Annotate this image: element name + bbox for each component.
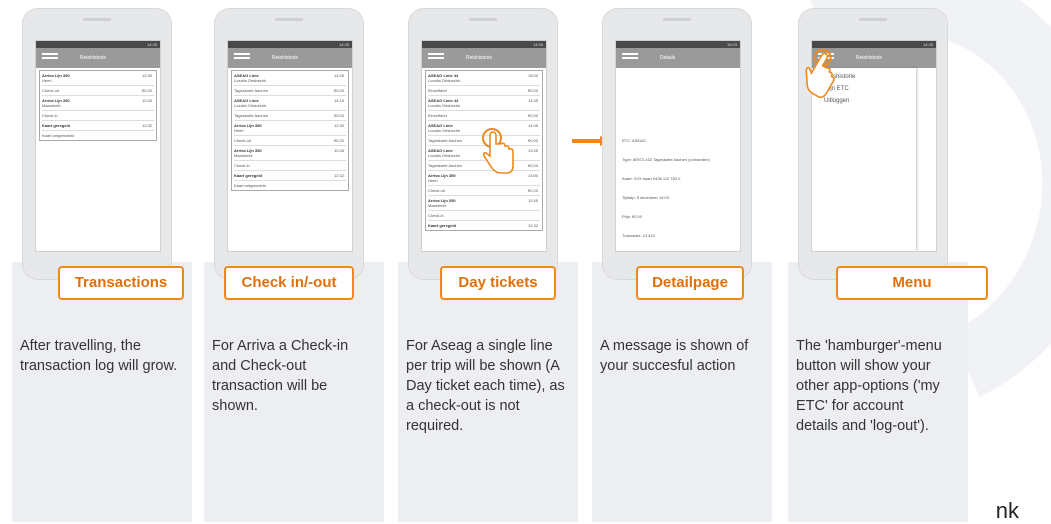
hamburger-icon [428, 53, 444, 63]
app-bar: Reishistorie [228, 48, 352, 68]
step-label: Menu [836, 266, 988, 300]
app-bar: Details [616, 48, 740, 68]
list-item: Check-in [428, 211, 540, 221]
step-label: Detailpage [636, 266, 744, 300]
status-bar: 14:35 [228, 41, 352, 48]
list-item: Arriva Lijn 350 Maastricht 12:45 [234, 146, 346, 161]
tap-hand-icon [482, 128, 514, 174]
list-item: Check-uit €0,20 [42, 86, 154, 96]
status-bar: 14:35 [36, 41, 160, 48]
transaction-group: ASEAG Linie Lozalia Ortsbezirk 14:05 Tages… [231, 70, 349, 191]
step-panel [12, 262, 192, 522]
detail-line: Kaart: XVX kaart 0436 112 783 0 [622, 176, 681, 181]
list-item: Kaart geregeld 12:32 [428, 223, 538, 228]
step-description: A message is shown of your succesful act… [600, 338, 749, 374]
phone-screen: 14:35 Reishistorie ASEAG Linie Lozalia Or… [227, 40, 353, 252]
screen-title: Reishistorie [80, 55, 107, 61]
screen-title: Reishistorie [272, 55, 299, 61]
list-item: Tageskarte Aachen €0,00 [234, 86, 346, 96]
detail-line: Prijs: €0,00 [622, 214, 643, 219]
list-item: Einzelfahrt €0,00 [428, 111, 540, 121]
step-panel [592, 262, 772, 522]
screen-title: Reishistorie [856, 55, 883, 61]
list-item: Tageskarte Aachen €0,00 [234, 111, 346, 121]
detail-line: ETC: ASEAG [622, 138, 646, 143]
hamburger-icon [234, 53, 250, 63]
step-label: Day tickets [440, 266, 556, 300]
phone-mockup: 14:35 Reishistorie Arriva Lijn 350 Heerl.… [22, 8, 172, 280]
phone-screen: 14:35 Reishistorie Arriva Lijn 350 Heerl.… [35, 40, 161, 252]
list-item: Kaart ontgrendeld [234, 183, 266, 188]
list-item: Kaart geregeld 12:32 [42, 121, 154, 131]
list-item: Arriva Lijn 350 Heerl. 12:30 [42, 71, 154, 86]
list-item: ASEAG Linie Lozalia Ortsbezirk 14:15 [234, 96, 346, 111]
list-item: ASEAG Linie 44 Lozalia Ortsbezirk 15:00 [428, 71, 540, 86]
phone-mockup: 14:35 Reishistorie ASEAG Linie Lozalia Or… [214, 8, 364, 280]
list-item: ASEAG Linie Lozalia Ortsbezirk 14:05 [234, 71, 346, 86]
step-label: Transactions [58, 266, 184, 300]
app-bar: Reishistorie [422, 48, 546, 68]
brand-fragment: nk [995, 498, 1019, 523]
hamburger-icon [622, 53, 638, 63]
list-item: Check-in [42, 111, 154, 121]
status-bar: 14:35 [812, 41, 936, 48]
phone-mockup: 15:03 Details ETC: ASEAG Type: 80972-432… [602, 8, 752, 280]
list-item: Arriva Lijn 350 Maastricht 12:45 [42, 96, 154, 111]
screen-title: Reishistorie [466, 55, 493, 61]
detail-line: Tijdstip: 5 december 14:03 [622, 195, 669, 200]
detail-content: ETC: ASEAG Type: 80972-432 Tageskarte Aa… [616, 138, 740, 238]
status-bar: 14:35 [422, 41, 546, 48]
transaction-group: Arriva Lijn 350 Heerl. 12:30 Check-uit €0,2… [39, 70, 157, 141]
tap-hand-icon [805, 48, 835, 99]
list-item: Check-uit €0,20 [428, 186, 540, 196]
step-description: The 'hamburger'-menu button will show yo… [796, 338, 942, 434]
list-item: Arriva Lijn 350 Maastricht 12:45 [428, 196, 540, 211]
detail-line: Transactie: 13 410 [622, 233, 655, 238]
list-item: Check-uit €0,20 [234, 136, 346, 146]
list-item: Einzelfahrt €0,00 [428, 86, 540, 96]
step-label: Check in/-out [224, 266, 354, 300]
list-item: Kaart ontgrendeld [42, 133, 74, 138]
hamburger-icon [42, 53, 58, 63]
list-item: Check-in [234, 161, 346, 171]
list-item: Arriva Lijn 350 Heerl. 12:30 [234, 121, 346, 136]
step-description: For Aseag a single line per trip will be… [406, 338, 565, 434]
step-description: After travelling, the transaction log wi… [20, 338, 178, 374]
phone-mockup: 14:35 Reishistorie ASEAG Linie 44 Lozalia… [408, 8, 558, 280]
app-bar: Reishistorie [36, 48, 160, 68]
detail-line: Type: 80972-432 Tageskarte Aachen (vorha… [622, 157, 710, 162]
phone-screen: 15:03 Details ETC: ASEAG Type: 80972-432… [615, 40, 741, 252]
screen-title: Details [660, 55, 676, 61]
step-description: For Arriva a Check-in and Check-out tran… [212, 338, 349, 414]
status-bar: 15:03 [616, 41, 740, 48]
list-item: ASEAG Linie 44 Lozalia Ortsbezirk 14:35 [428, 96, 540, 111]
phone-mockup: 14:35 Reishistorie Reishistorie Mijn ETC… [798, 8, 948, 280]
list-item: Kaart geregeld 12:32 [234, 171, 346, 181]
